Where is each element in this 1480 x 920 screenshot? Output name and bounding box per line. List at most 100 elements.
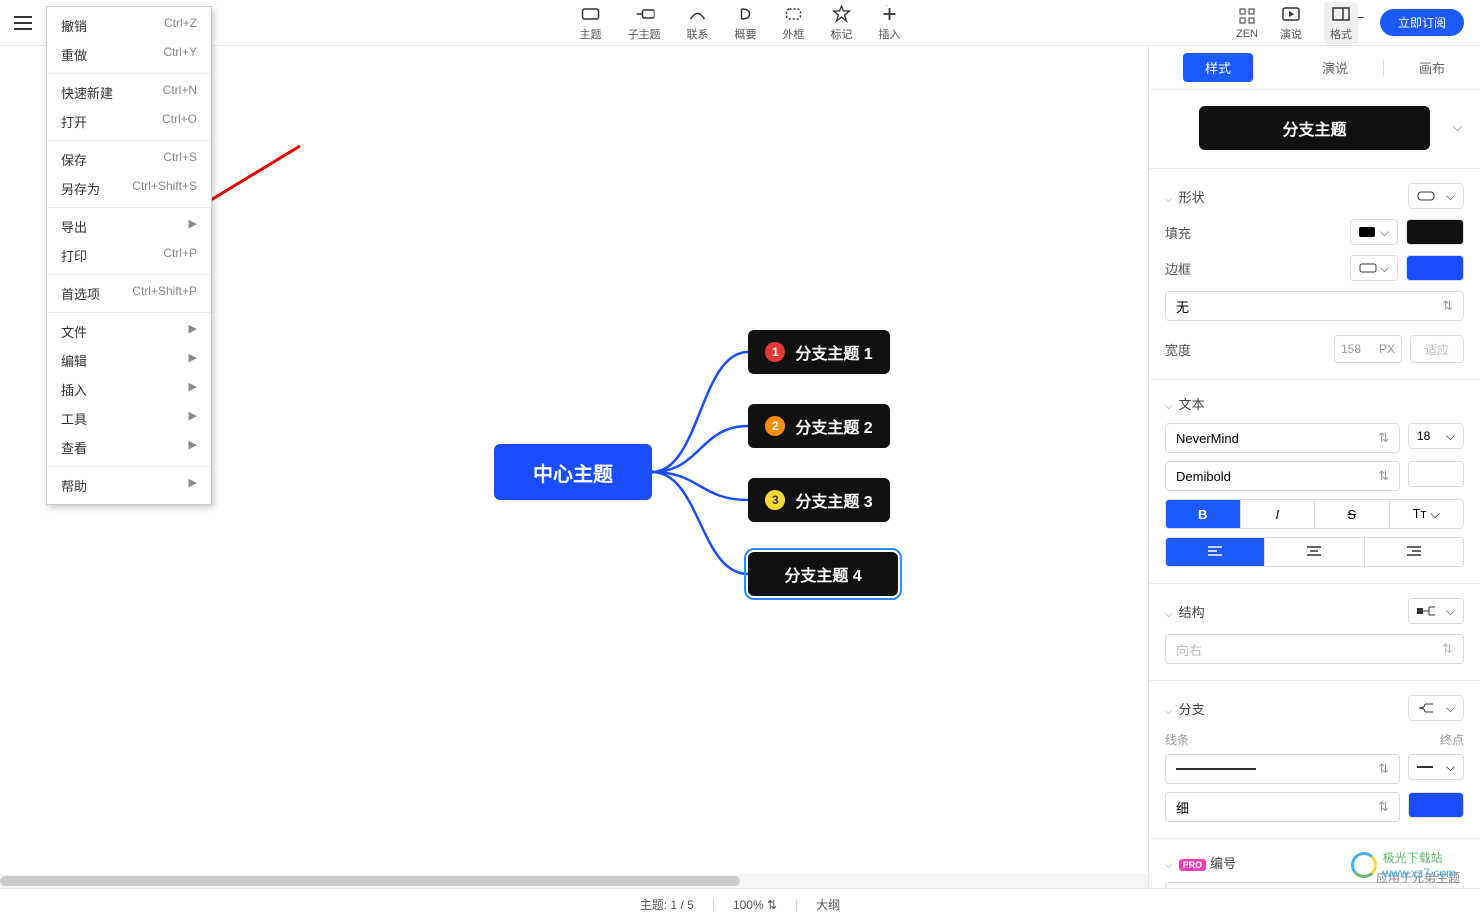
menu-print[interactable]: 打印Ctrl+P	[47, 241, 211, 270]
chevron-right-icon: ▶	[189, 351, 197, 370]
toolbar-zen[interactable]: ZEN	[1236, 6, 1258, 40]
chevron-right-icon: ▶	[189, 217, 197, 236]
toolbar-present[interactable]: 演说	[1280, 4, 1302, 42]
border-style-selector[interactable]: ⌵	[1350, 255, 1398, 281]
align-left-button[interactable]	[1166, 538, 1265, 566]
subscribe-button[interactable]: 立即订阅	[1380, 9, 1464, 36]
menu-save-as[interactable]: 另存为Ctrl+Shift+S	[47, 174, 211, 203]
toolbar-insert-label: 插入	[879, 26, 901, 42]
toolbar-topic-label: 主题	[580, 26, 602, 42]
branch-node-3[interactable]: 3分支主题 3	[748, 478, 890, 522]
width-input[interactable]: 158PX	[1334, 335, 1402, 363]
border-color-swatch[interactable]	[1406, 255, 1464, 281]
center-topic-node[interactable]: 中心主题	[494, 444, 652, 500]
fill-color-swatch[interactable]	[1406, 219, 1464, 245]
branch-style-selector[interactable]: ⌵	[1408, 695, 1464, 721]
marker-number-1-icon: 1	[765, 342, 785, 362]
chevron-right-icon: ▶	[189, 322, 197, 341]
menu-file[interactable]: 文件▶	[47, 317, 211, 346]
toolbar-zen-label: ZEN	[1236, 28, 1258, 40]
toolbar-relation-label: 联系	[687, 26, 709, 42]
chevron-down-icon[interactable]: ⌵	[1453, 120, 1462, 135]
italic-button[interactable]: I	[1241, 500, 1316, 528]
toolbar-relation[interactable]: 联系	[687, 4, 709, 42]
menu-hamburger-icon[interactable]	[14, 11, 38, 35]
menu-redo[interactable]: 重做Ctrl+Y	[47, 40, 211, 69]
toolbar-format-label: 格式	[1330, 26, 1352, 42]
watermark-logo-icon	[1351, 852, 1377, 878]
fill-label: 填充	[1165, 223, 1205, 242]
chevron-right-icon: ▶	[189, 409, 197, 428]
watermark: 极光下载站www.xz7.com	[1351, 849, 1456, 880]
align-right-button[interactable]	[1365, 538, 1463, 566]
chevron-down-icon: ⌵	[1446, 189, 1455, 204]
tab-canvas[interactable]: 画布	[1384, 48, 1480, 87]
bold-button[interactable]: B	[1166, 500, 1241, 528]
text-color-swatch[interactable]	[1408, 461, 1464, 487]
font-size-selector[interactable]: 18⌵	[1408, 423, 1464, 449]
status-bar: 主题: 1 / 5 | 100% ⇅ | 大纲	[0, 888, 1480, 920]
menu-save[interactable]: 保存Ctrl+S	[47, 145, 211, 174]
tab-present[interactable]: 演说	[1287, 48, 1383, 87]
menu-view[interactable]: 查看▶	[47, 433, 211, 462]
font-weight-selector[interactable]: Demibold⇅	[1165, 461, 1400, 491]
main-menu-dropdown: 撤销Ctrl+Z 重做Ctrl+Y 快速新建Ctrl+N 打开Ctrl+O 保存…	[46, 6, 212, 505]
direction-selector[interactable]: 向右⇅	[1165, 634, 1464, 664]
toolbar-insert[interactable]: 插入	[879, 4, 901, 42]
menu-tools[interactable]: 工具▶	[47, 404, 211, 433]
toolbar-subtopic[interactable]: 子主题	[628, 4, 661, 42]
scrollbar-thumb[interactable]	[0, 876, 740, 886]
menu-quick-new[interactable]: 快速新建Ctrl+N	[47, 78, 211, 107]
line-thickness-selector[interactable]: 细⇅	[1165, 792, 1400, 822]
menu-insert[interactable]: 插入▶	[47, 375, 211, 404]
chevron-down-icon: ⌵	[1165, 194, 1173, 205]
fill-style-selector[interactable]: ⌵	[1350, 219, 1398, 245]
menu-help[interactable]: 帮助▶	[47, 471, 211, 500]
toolbar-summary-label: 概要	[735, 26, 757, 42]
tab-style[interactable]: 样式	[1183, 53, 1253, 82]
strikethrough-button[interactable]: S	[1315, 500, 1390, 528]
border-label: 边框	[1165, 259, 1205, 278]
line-label: 线条	[1165, 731, 1189, 748]
toolbar-marker[interactable]: 标记	[831, 4, 853, 42]
branch-node-2[interactable]: 2分支主题 2	[748, 404, 890, 448]
endpoint-selector[interactable]: ⌵	[1408, 754, 1464, 780]
toolbar-summary[interactable]: 概要	[735, 4, 757, 42]
branch-node-1[interactable]: 1分支主题 1	[748, 330, 890, 374]
border-width-selector[interactable]: 无⇅	[1165, 291, 1464, 321]
menu-export[interactable]: 导出▶	[47, 212, 211, 241]
chevron-down-icon: ⌵	[1165, 401, 1173, 412]
section-structure-label: 结构	[1179, 605, 1205, 620]
horizontal-scrollbar[interactable]	[0, 874, 1148, 888]
toolbar-subtopic-label: 子主题	[628, 26, 661, 42]
align-center-button[interactable]	[1265, 538, 1364, 566]
theme-style-selector[interactable]: 分支主题	[1199, 106, 1430, 150]
shape-selector[interactable]: ⌵	[1408, 183, 1464, 209]
toolbar-boundary-label: 外框	[783, 26, 805, 42]
status-outline[interactable]: 大纲	[816, 896, 840, 913]
line-color-swatch[interactable]	[1408, 792, 1464, 818]
width-adapt-button[interactable]: 适应	[1410, 335, 1464, 363]
menu-undo[interactable]: 撤销Ctrl+Z	[47, 11, 211, 40]
menu-open[interactable]: 打开Ctrl+O	[47, 107, 211, 136]
panel-tabs: 样式 演说 画布	[1149, 46, 1480, 90]
chevron-down-icon: ⌵	[1446, 760, 1455, 775]
toolbar-topic[interactable]: 主题	[580, 4, 602, 42]
branch-node-4[interactable]: 分支主题 4	[748, 552, 898, 596]
font-family-selector[interactable]: NeverMind⇅	[1165, 423, 1400, 453]
pro-badge: PRO	[1179, 859, 1207, 871]
menu-edit[interactable]: 编辑▶	[47, 346, 211, 375]
toolbar-format[interactable]: 格式	[1324, 2, 1358, 44]
menu-preferences[interactable]: 首选项Ctrl+Shift+P	[47, 279, 211, 308]
section-shape-label: 形状	[1179, 190, 1205, 205]
section-branch-label: 分支	[1179, 702, 1205, 717]
chevron-down-icon: ⌵	[1380, 225, 1389, 240]
format-panel: 样式 演说 画布 分支主题 ⌵ ⌵ 形状 ⌵ 填充 ⌵ 边框 ⌵	[1148, 46, 1480, 888]
status-zoom[interactable]: 100% ⇅	[733, 898, 777, 912]
chevron-down-icon: ⌵	[1380, 261, 1389, 276]
width-label: 宽度	[1165, 340, 1205, 359]
line-style-selector[interactable]: ⇅	[1165, 754, 1400, 784]
text-transform-button[interactable]: Tᴛ ⌵	[1390, 500, 1464, 528]
structure-selector[interactable]: ⌵	[1408, 598, 1464, 624]
toolbar-boundary[interactable]: 外框	[783, 4, 805, 42]
